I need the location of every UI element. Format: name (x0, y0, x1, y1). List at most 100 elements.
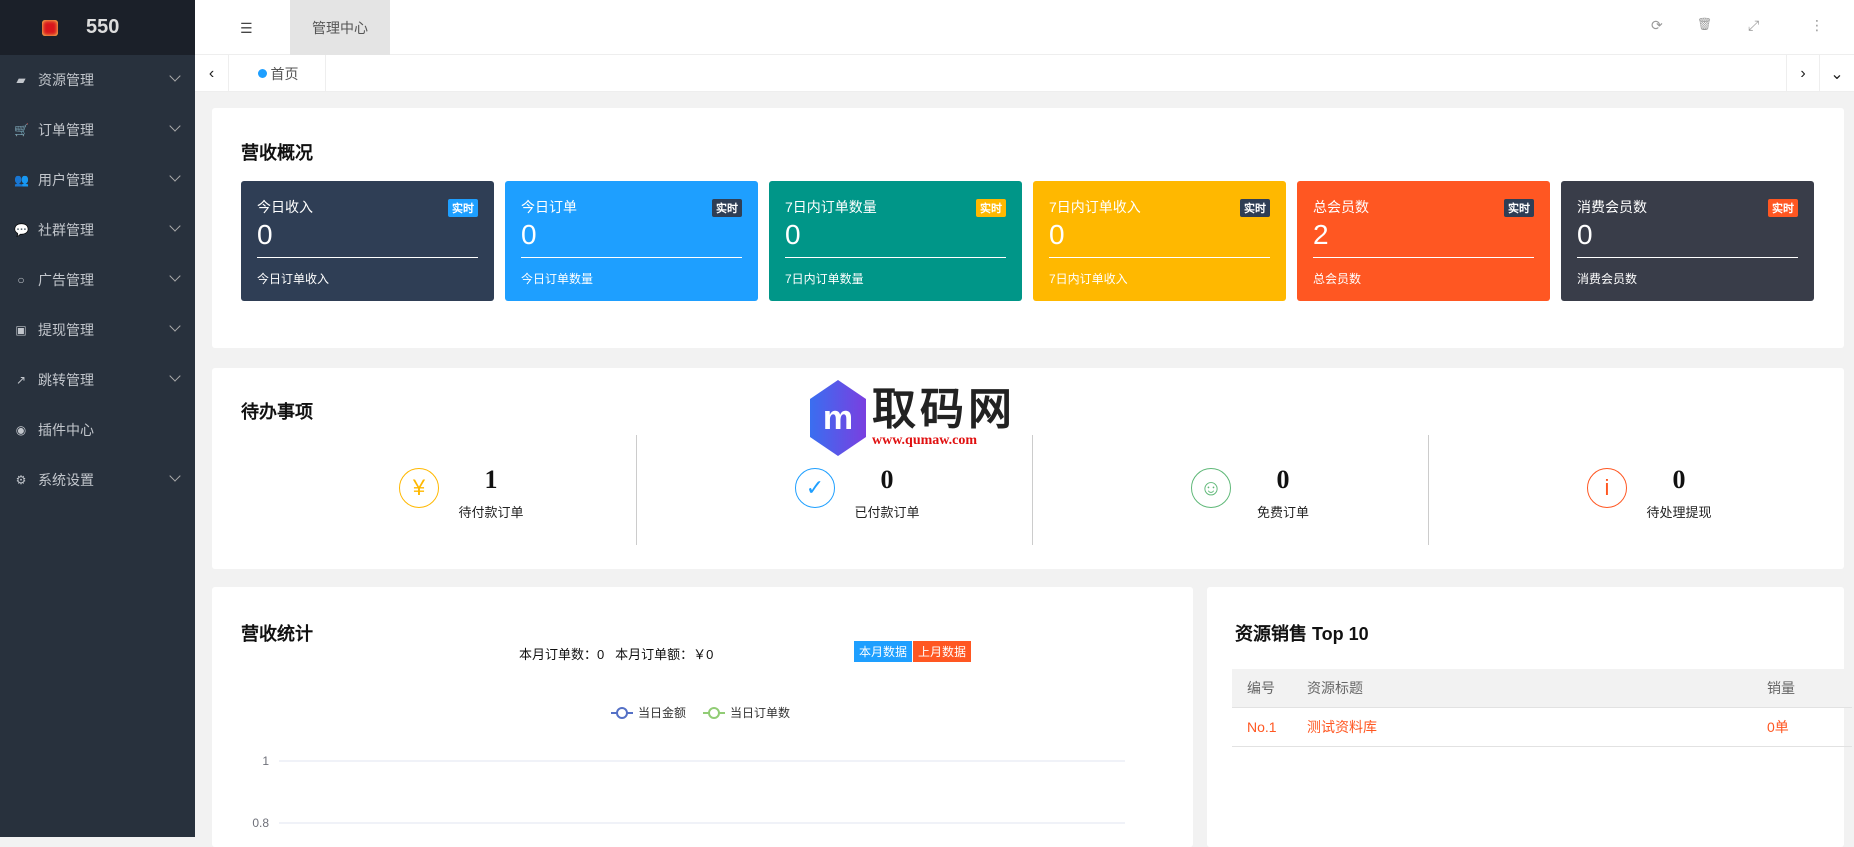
card-subtitle: 总会员数 (1313, 272, 1362, 286)
todo-label: 已付款订单 (854, 505, 920, 520)
logo-icon (42, 19, 58, 36)
chevron-down-icon (169, 70, 181, 82)
card-value: 0 (521, 219, 537, 250)
panel-title: 待办事项 (241, 402, 313, 422)
col-number: 编号 (1232, 669, 1292, 708)
yen-icon: ¥ (399, 468, 439, 508)
book-icon: ▰ (16, 73, 26, 87)
divider (785, 257, 1006, 258)
todo-item[interactable]: ☺ 0 免费订单 (1033, 435, 1429, 545)
sidebar-item-label: 提现管理 (38, 322, 94, 338)
sidebar-item[interactable]: 👥 用户管理 (0, 155, 195, 205)
watermark: m 取码网 www.qumaw.com (810, 380, 1016, 456)
top10-panel: 资源销售 Top 10 编号 资源标题 销量 No.1 测试资料库 0单 (1207, 587, 1852, 847)
sidebar-item[interactable]: ◉ 插件中心 (0, 405, 195, 455)
sidebar-item[interactable]: 💬 社群管理 (0, 205, 195, 255)
divider (1577, 257, 1798, 258)
realtime-badge: 实时 (1240, 199, 1270, 217)
tab-next-button[interactable]: › (1786, 55, 1820, 92)
legend-label[interactable]: 当日订单数 (730, 705, 790, 720)
menu-toggle-icon[interactable]: ☰ (240, 20, 253, 37)
sidebar-item-label: 订单管理 (38, 122, 94, 138)
sidebar-item[interactable]: ⚙ 系统设置 (0, 455, 195, 505)
active-dot-icon (257, 69, 267, 78)
sidebar-item[interactable]: ▣ 提现管理 (0, 305, 195, 355)
top10-table: 编号 资源标题 销量 No.1 测试资料库 0单 (1232, 669, 1852, 747)
cell-number: No.1 (1232, 707, 1292, 747)
sidebar-item[interactable]: ○ 广告管理 (0, 255, 195, 305)
tab-dropdown-button[interactable]: ⌄ (1820, 55, 1854, 92)
comments-icon: 💬 (14, 223, 29, 237)
sidebar-item[interactable]: ↗ 跳转管理 (0, 355, 195, 405)
legend-marker (616, 707, 628, 719)
panel-title: 资源销售 Top 10 (1235, 624, 1369, 644)
revenue-overview-panel: 营收概况 今日收入 0 实时 今日订单收入 今日订单 0 实时今日订单数量 7日内订单数量 0 实… (212, 108, 1844, 348)
y-tick-label: 0.8 (252, 816, 269, 830)
stat-card: 消费会员数 0 实时 消费会员数 (1561, 181, 1814, 301)
divider (1313, 257, 1534, 258)
trash-icon[interactable]: 🗑 (1697, 17, 1712, 31)
tab-admin-center[interactable]: 管理中心 (290, 0, 390, 55)
plugin-icon: ◉ (15, 423, 27, 437)
card-label: 消费会员数 (1577, 199, 1647, 215)
todo-label: 待付款订单 (458, 505, 524, 520)
share-icon: ↗ (15, 373, 27, 387)
brand[interactable]: 550 (0, 0, 195, 55)
sidebar-item-label: 资源管理 (38, 72, 94, 88)
todo-item[interactable]: ¥1 待付款订单 (241, 435, 637, 545)
tab-home[interactable]: 首页 (231, 55, 326, 92)
sidebar-item-label: 用户管理 (38, 172, 94, 188)
sidebar-item-label: 系统设置 (38, 472, 94, 488)
chevron-down-icon (169, 270, 181, 282)
y-tick-label: 1 (262, 754, 269, 768)
panel-title: 营收概况 (241, 143, 313, 163)
todo-count: 0 (1276, 465, 1290, 494)
revenue-stats-panel: 营收统计 本月订单数：0 本月订单额：￥0 本月数据 上月数据 1 0.8 当日金额… (212, 587, 1193, 847)
card-label: 总会员数 (1313, 199, 1369, 215)
card-subtitle: 7日内订单数量 (785, 272, 864, 286)
todo-count: 0 (880, 465, 894, 494)
shield-check-icon: ✓ (795, 468, 835, 508)
legend-label[interactable]: 当日金额 (638, 705, 686, 720)
realtime-badge: 实时 (976, 199, 1006, 217)
todo-panel: 待办事项 ¥1 待付款订单 ✓ 0 已付款订单 ☺ 0 免费订单 i 0 待处理提现 (212, 368, 1844, 569)
brand-name: 550 (86, 16, 120, 38)
refresh-icon[interactable]: ⟳ (1651, 17, 1663, 34)
watermark-url: www.qumaw.com (872, 433, 978, 448)
watermark-logo-icon: m (810, 380, 866, 456)
divider (257, 257, 478, 258)
todo-label: 免费订单 (1256, 505, 1309, 520)
card-label: 今日订单 (521, 199, 577, 215)
sidebar-item-label: 插件中心 (38, 422, 94, 438)
divider (1049, 257, 1270, 258)
tab-bar: ‹ 首页 › ⌄ (195, 55, 1854, 92)
top-bar: ☰ 管理中心 ⟳ 🗑 ⤢ ⋮ (195, 0, 1854, 55)
sidebar: 550 ▰ 资源管理 🛒 订单管理 👥 用户管理 💬 社群管理 ○ 广告管理 ▣ 提现管理 ↗ 跳转管理 ◉… (0, 0, 195, 837)
chevron-down-icon (169, 370, 181, 382)
card-subtitle: 今日订单数量 (521, 272, 594, 286)
tab-prev-button[interactable]: ‹ (195, 55, 229, 92)
realtime-badge: 实时 (1768, 199, 1798, 217)
stat-card: 今日收入 0 实时 今日订单收入 (241, 181, 494, 301)
fullscreen-icon[interactable]: ⤢ (1748, 17, 1759, 34)
realtime-badge: 实时 (712, 199, 742, 217)
card-subtitle: 今日订单收入 (257, 272, 330, 286)
todo-item[interactable]: i 0 待处理提现 (1429, 435, 1825, 545)
card-value: 0 (1049, 219, 1065, 250)
card-label: 7日内订单数量 (785, 199, 877, 215)
col-title: 资源标题 (1292, 669, 1752, 708)
sidebar-item[interactable]: ▰ 资源管理 (0, 55, 195, 105)
card-value: 0 (785, 219, 801, 250)
sidebar-item-label: 跳转管理 (38, 372, 94, 388)
money-icon: ▣ (15, 323, 27, 337)
stat-card: 7日内订单数量 0 实时 7日内订单数量 (769, 181, 1022, 301)
cell-title[interactable]: 测试资料库 (1292, 707, 1752, 747)
more-icon[interactable]: ⋮ (1810, 17, 1824, 34)
table-row[interactable]: No.1 测试资料库 0单 (1232, 707, 1852, 747)
divider (521, 257, 742, 258)
watermark-title: 取码网 (872, 385, 1016, 434)
sidebar-item[interactable]: 🛒 订单管理 (0, 105, 195, 155)
chevron-down-icon (169, 320, 181, 332)
todo-count: 0 (1672, 465, 1686, 494)
card-subtitle: 7日内订单收入 (1049, 272, 1128, 286)
